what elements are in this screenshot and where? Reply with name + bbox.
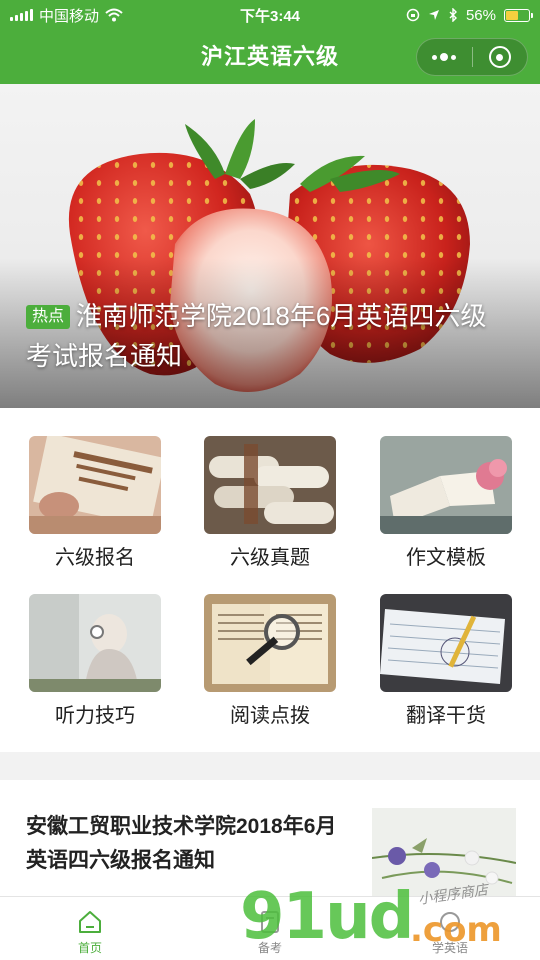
grid-item-label: 阅读点拨 (230, 705, 310, 727)
magnifier-image (204, 594, 336, 692)
headphones-girl-image (29, 594, 161, 692)
article-title: 安徽工贸职业技术学院2018年6月英语四六级报名通知 (26, 815, 337, 872)
grid-item-label: 翻译干货 (406, 705, 486, 727)
rotation-lock-icon (406, 8, 420, 22)
grid-item-translation-tips[interactable]: 翻译干货 (380, 594, 512, 730)
grid-item-registration[interactable]: 六级报名 (29, 436, 161, 572)
study-icon (261, 911, 279, 933)
status-right: 56% (340, 6, 533, 24)
battery-percent: 56% (465, 6, 496, 24)
status-bar: 中国移动 下午3:44 56% (0, 0, 540, 30)
grid-item-label: 听力技巧 (55, 705, 135, 727)
nav-bar: 沪江英语六级 (0, 30, 540, 84)
grid-item-label: 六级报名 (55, 547, 135, 569)
scrolls-image (204, 436, 336, 534)
more-dots-icon (432, 53, 457, 61)
tab-bar: 首页 备考 学英语 (0, 896, 540, 960)
article-item[interactable]: 安徽工贸职业技术学院2018年6月英语四六级报名通知 (0, 780, 540, 900)
section-divider (0, 752, 540, 780)
grid-item-essay-templates[interactable]: 作文模板 (380, 436, 512, 572)
close-button[interactable] (473, 39, 528, 75)
location-icon (428, 10, 439, 20)
hot-banner[interactable]: 热点 淮南师范学院2018年6月英语四六级考试报名通知 (0, 84, 540, 408)
grid-item-past-papers[interactable]: 六级真题 (204, 436, 336, 572)
tab-label: 备考 (257, 941, 282, 955)
target-close-icon (488, 46, 511, 68)
tab-label: 首页 (77, 941, 102, 955)
grid-item-listening-tips[interactable]: 听力技巧 (29, 594, 161, 730)
grid-item-label: 作文模板 (406, 547, 486, 569)
feature-grid: 六级报名 六级真题 作文模板 听力技巧 阅读点拨 翻译干货 (0, 408, 540, 752)
status-time: 下午3:44 (239, 7, 301, 25)
carrier-label: 中国移动 (39, 7, 100, 25)
grid-item-label: 六级真题 (230, 547, 310, 569)
wifi-icon (105, 8, 123, 22)
tab-prepare[interactable]: 备考 (180, 897, 360, 960)
status-left: 中国移动 (10, 5, 200, 26)
open-book-flower-image (380, 436, 512, 534)
notebook-pen-image (380, 594, 512, 692)
more-button[interactable] (417, 39, 472, 75)
grid-item-reading-tips[interactable]: 阅读点拨 (204, 594, 336, 730)
banner-caption: 热点 淮南师范学院2018年6月英语四六级考试报名通知 (26, 296, 510, 376)
hot-badge: 热点 (26, 305, 71, 329)
learn-icon (440, 912, 460, 932)
mini-program-capsule (416, 38, 528, 76)
tab-label: 学英语 (431, 941, 468, 955)
battery-fill (506, 10, 519, 20)
tab-learn-english[interactable]: 学英语 (360, 897, 540, 960)
flowers-image (372, 808, 516, 896)
book-image (29, 436, 161, 534)
tab-home[interactable]: 首页 (0, 897, 180, 960)
bluetooth-icon (449, 8, 457, 22)
signal-icon (10, 9, 33, 21)
battery-icon (504, 8, 533, 22)
home-icon (79, 911, 101, 933)
banner-title: 淮南师范学院2018年6月英语四六级考试报名通知 (26, 301, 487, 371)
